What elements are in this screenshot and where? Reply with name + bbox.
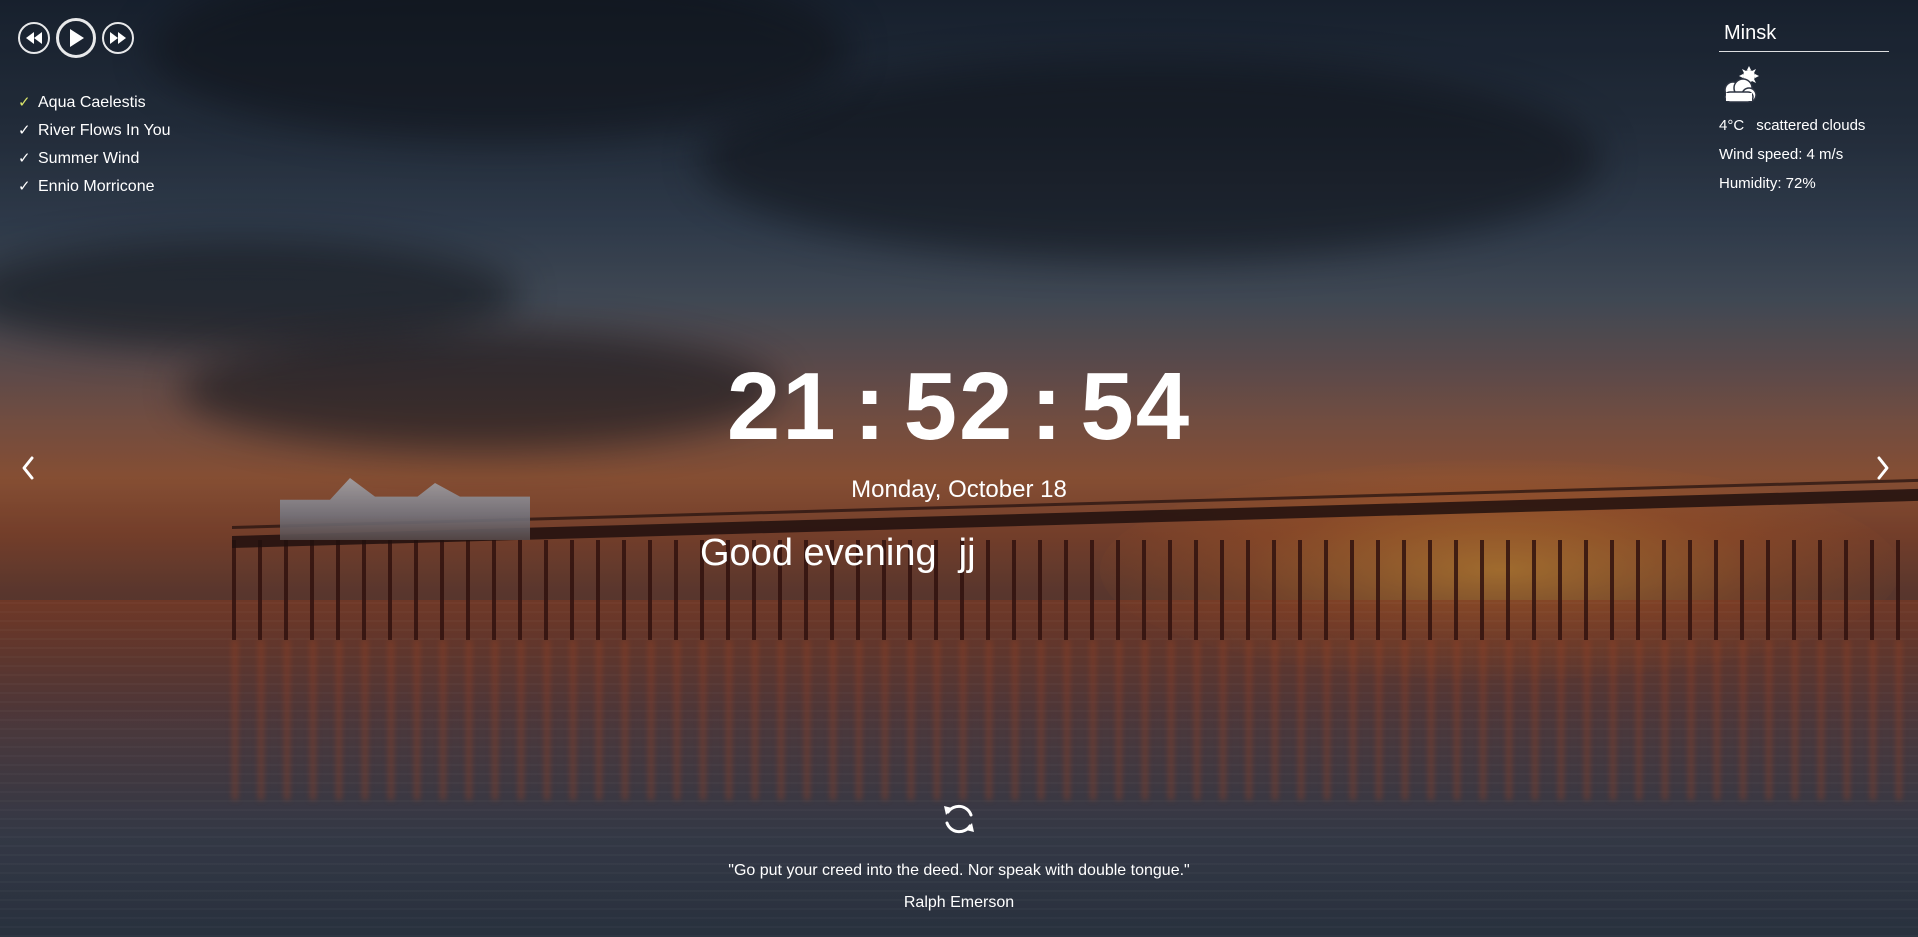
wind-speed: Wind speed: 4 m/s xyxy=(1719,146,1844,163)
track-title: Aqua Caelestis xyxy=(38,94,146,111)
playlist-item[interactable]: ✓ Aqua Caelestis xyxy=(18,89,171,117)
city-input[interactable] xyxy=(1719,18,1889,52)
clock-minutes: 52 xyxy=(903,353,1015,460)
weather-widget: 4°C scattered clouds Wind speed: 4 m/s Hu… xyxy=(1719,18,1889,198)
track-title: Summer Wind xyxy=(38,150,140,167)
clock-hours: 21 xyxy=(726,353,838,460)
playlist: ✓ Aqua Caelestis ✓ River Flows In You ✓ … xyxy=(18,89,171,201)
rewind-button[interactable] xyxy=(18,22,50,54)
weather-temperature-line: 4°C scattered clouds xyxy=(1719,111,1889,140)
playlist-item[interactable]: ✓ River Flows In You xyxy=(18,117,171,145)
greeting-text: Good evening xyxy=(700,532,937,574)
audio-player xyxy=(18,18,134,58)
weather-description: scattered clouds xyxy=(1756,117,1866,134)
clock-separator: : xyxy=(853,353,888,460)
name-input[interactable]: jj xyxy=(959,532,976,574)
date: Monday, October 18 xyxy=(851,476,1067,503)
rewind-icon xyxy=(26,32,42,44)
quote-text: "Go put your creed into the deed. Nor sp… xyxy=(728,862,1190,879)
play-button[interactable] xyxy=(56,18,96,58)
playlist-item[interactable]: ✓ Summer Wind xyxy=(18,145,171,173)
cloudy-weather-icon xyxy=(1724,66,1759,103)
play-icon xyxy=(70,29,84,47)
clock-separator: : xyxy=(1030,353,1065,460)
check-icon: ✓ xyxy=(18,178,31,195)
greeting: Good evening jj xyxy=(700,532,976,575)
playlist-item[interactable]: ✓ Ennio Morricone xyxy=(18,173,171,201)
quote-author: Ralph Emerson xyxy=(903,894,1015,911)
dark-overlay xyxy=(0,0,1918,937)
clock-seconds: 54 xyxy=(1080,353,1192,460)
fast-forward-button[interactable] xyxy=(102,22,134,54)
track-title: Ennio Morricone xyxy=(38,178,155,195)
temperature: 4°C xyxy=(1719,117,1745,134)
fast-forward-icon xyxy=(110,32,126,44)
humidity: Humidity: 72% xyxy=(1719,175,1816,192)
chevron-left-icon[interactable] xyxy=(10,448,46,488)
check-icon: ✓ xyxy=(18,150,31,167)
track-title: River Flows In You xyxy=(38,122,171,139)
refresh-icon[interactable] xyxy=(940,800,978,838)
clock: 21:52:54 xyxy=(0,352,1918,462)
check-icon: ✓ xyxy=(18,122,31,139)
check-icon: ✓ xyxy=(18,94,31,111)
background-image: ✓ Aqua Caelestis ✓ River Flows In You ✓ … xyxy=(0,0,1918,937)
chevron-right-icon[interactable] xyxy=(1865,448,1901,488)
